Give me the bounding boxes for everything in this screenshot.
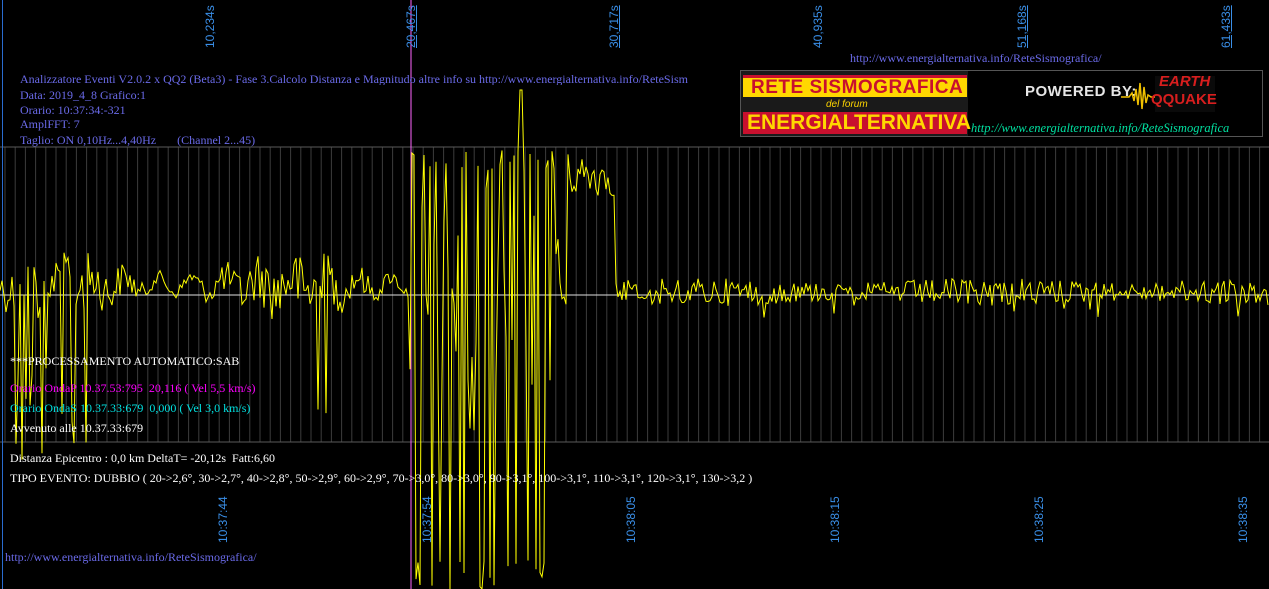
footer-url[interactable]: http://www.energialternativa.info/ReteSi… <box>5 551 257 563</box>
ampl-line: AmplFFT: 7 <box>20 117 80 131</box>
banner-logo-block: RETE SISMOGRAFICA del forum ENERGIALTERN… <box>741 71 971 136</box>
banner-logo-earth: EARTH <box>1159 73 1211 90</box>
bottom-tick-6: 10:38:35 <box>1236 496 1250 543</box>
top-url[interactable]: http://www.energialternativa.info/ReteSi… <box>850 52 1102 64</box>
top-tick-6: 61,433s <box>1219 5 1233 48</box>
processing-title: ***PROCESSAMENTO AUTOMATICO:SAB <box>10 354 240 368</box>
top-tick-5: 51,168s <box>1015 5 1029 48</box>
bottom-tick-5: 10:38:25 <box>1032 496 1046 543</box>
onda-p-line: Orario OndaP 10.37.53:795 20,116 ( Vel 5… <box>10 381 256 395</box>
distanza-line: Distanza Epicentro : 0,0 km DeltaT= -20,… <box>10 451 276 465</box>
avvenuto-line: Avvenuto alle 10.37.33:679 <box>10 421 144 435</box>
top-tick-3: 30,717s <box>607 5 621 48</box>
rete-sismografica-banner[interactable]: RETE SISMOGRAFICA del forum ENERGIALTERN… <box>740 70 1263 137</box>
bottom-tick-2: 10:37:54 <box>420 496 434 543</box>
banner-subtitle: del forum <box>826 99 868 110</box>
bottom-tick-3: 10:38:05 <box>624 496 638 543</box>
bottom-tick-4: 10:38:15 <box>828 496 842 543</box>
banner-logo-qquake: QQUAKE <box>1151 91 1217 108</box>
taglio-line: Taglio: ON 0,10Hz...4,40Hz (Channel 2...… <box>20 133 256 147</box>
tipo-evento-line: TIPO EVENTO: DUBBIO ( 20->2,6°, 30->2,7°… <box>10 471 753 485</box>
orario-line: Orario: 10:37:34:-321 <box>20 103 126 117</box>
top-tick-4: 40,935s <box>811 5 825 48</box>
banner-title-bottom: ENERGIALTERNATIVA <box>747 111 971 134</box>
top-tick-1: 10,234s <box>203 5 217 48</box>
data-line: Data: 2019_4_8 Grafico:1 <box>20 88 146 102</box>
banner-title-top: RETE SISMOGRAFICA <box>751 77 964 98</box>
onda-s-line: Orario OndaS 10.37.33:679 0,000 ( Vel 3,… <box>10 401 251 415</box>
app-title: Analizzatore Eventi V2.0.2 x QQ2 (Beta3)… <box>20 73 688 85</box>
top-tick-2: 20,467s <box>404 5 418 48</box>
bottom-tick-1: 10:37:44 <box>216 496 230 543</box>
banner-url[interactable]: http://www.energialternativa.info/ReteSi… <box>971 121 1229 136</box>
